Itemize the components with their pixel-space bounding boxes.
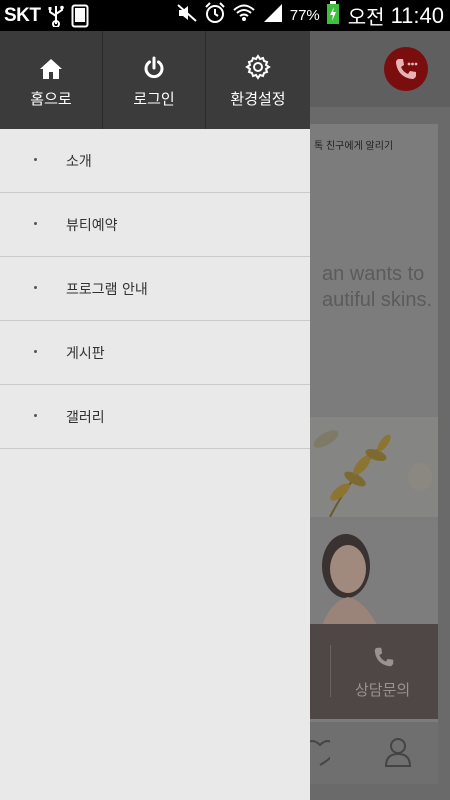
power-icon: [143, 52, 165, 80]
person-icon[interactable]: [384, 737, 412, 771]
menu-item-label: 프로그램 안내: [66, 281, 148, 298]
settings-button[interactable]: 환경설정: [206, 31, 310, 129]
tagline-line-1: an wants to: [322, 263, 425, 285]
battery-charging-icon: [326, 1, 340, 30]
navigation-drawer: 홈으로 로그인 환경설정 소개 뷰티예약 프로그램 안내 게시판 갤러리: [0, 31, 310, 800]
consult-button-label[interactable]: 상담문의: [355, 679, 410, 700]
settings-button-label: 환경설정: [230, 89, 286, 108]
mute-icon: [176, 3, 198, 28]
menu-item-beauty-reservation[interactable]: 뷰티예약: [0, 193, 310, 257]
menu-item-label: 게시판: [66, 345, 105, 362]
gear-icon: [245, 52, 271, 80]
signal-icon: [262, 3, 284, 28]
carrier-name: SKT: [4, 4, 41, 26]
menu-item-label: 소개: [66, 153, 92, 170]
heart-icon[interactable]: [310, 737, 336, 771]
model-portrait-image: [310, 521, 438, 631]
bullet-icon: [34, 350, 37, 353]
call-button[interactable]: [384, 47, 428, 91]
share-with-friends-link[interactable]: 톡 친구에게 알리기: [314, 137, 393, 152]
alarm-icon: [204, 2, 226, 29]
bullet-icon: [34, 414, 37, 417]
divider: [330, 645, 331, 697]
usb-icon: [47, 5, 65, 27]
clock-ampm: 오전: [347, 7, 385, 29]
menu-item-gallery[interactable]: 갤러리: [0, 385, 310, 449]
drawer-menu: 소개 뷰티예약 프로그램 안내 게시판 갤러리: [0, 129, 310, 449]
background-app: 톡 친구에게 알리기 an wants to autiful skins. 상담…: [310, 31, 450, 800]
leaves-image: [310, 417, 438, 517]
home-icon: [39, 52, 63, 80]
bullet-icon: [34, 158, 37, 161]
status-bar: SKT 77% 오전 11:40: [0, 0, 450, 31]
bullet-icon: [34, 286, 37, 289]
login-button[interactable]: 로그인: [103, 31, 206, 129]
menu-item-program-info[interactable]: 프로그램 안내: [0, 257, 310, 321]
menu-item-label: 갤러리: [66, 409, 105, 426]
bullet-icon: [34, 222, 37, 225]
home-button-label: 홈으로: [30, 89, 72, 108]
clock-time: 11:40: [390, 2, 444, 28]
wifi-icon: [232, 3, 256, 28]
consult-phone-icon: [372, 645, 396, 673]
home-button[interactable]: 홈으로: [0, 31, 103, 129]
background-app-header: [310, 31, 450, 107]
menu-item-intro[interactable]: 소개: [0, 129, 310, 193]
phone-icon: [396, 59, 418, 79]
screenshot-icon: [71, 4, 89, 28]
tagline-line-2: autiful skins.: [322, 289, 433, 311]
battery-percent: 77%: [289, 7, 320, 24]
menu-item-label: 뷰티예약: [66, 217, 118, 234]
menu-item-board[interactable]: 게시판: [0, 321, 310, 385]
login-button-label: 로그인: [133, 89, 175, 108]
drawer-header: 홈으로 로그인 환경설정: [0, 31, 310, 129]
